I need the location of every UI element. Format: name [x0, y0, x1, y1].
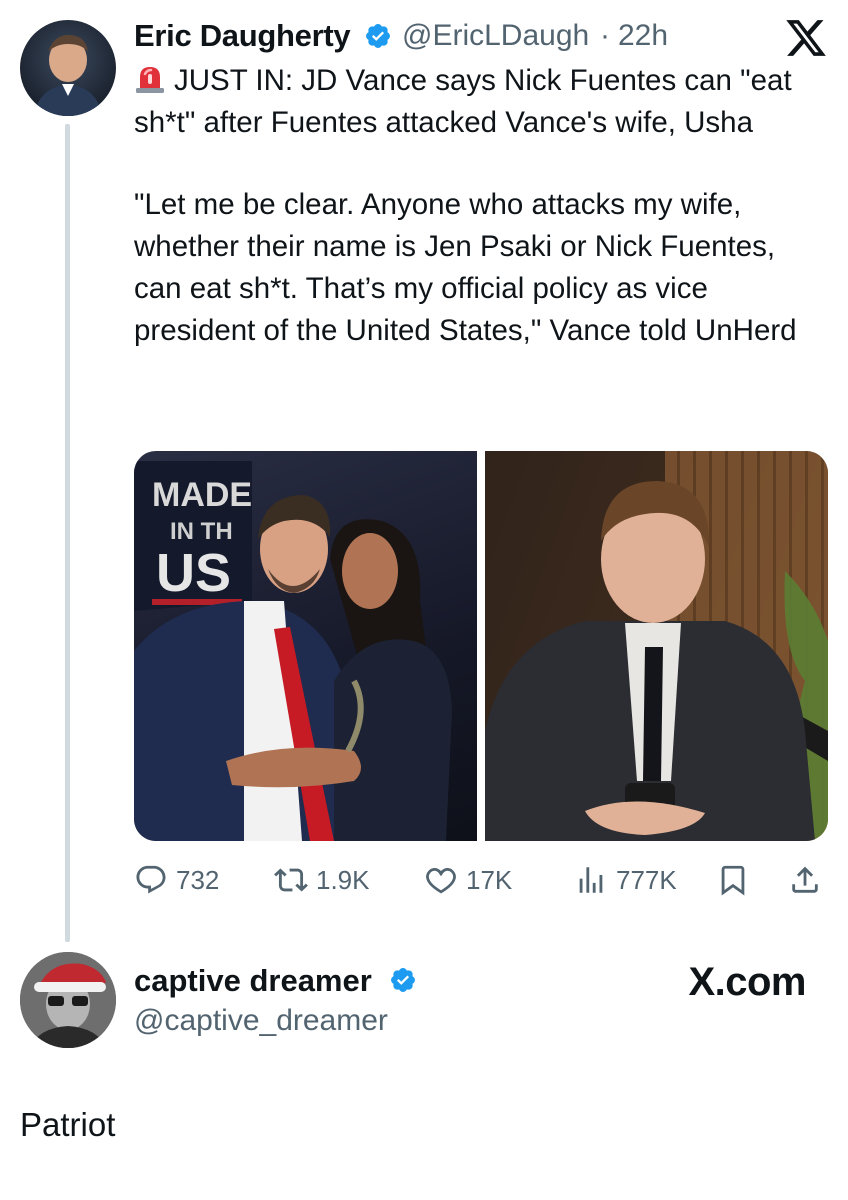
author-avatar[interactable]	[20, 20, 116, 116]
siren-emoji-icon	[136, 67, 164, 93]
reply-icon	[136, 865, 166, 894]
reply-text: Patriot	[20, 1106, 116, 1143]
media-photo-vance-couple[interactable]: MADE IN TH US	[134, 451, 477, 841]
tweet-paragraph-2: "Let me be clear. Anyone who attacks my …	[134, 188, 797, 347]
share-button[interactable]	[788, 858, 822, 902]
repost-icon	[274, 868, 308, 892]
sign-text-line2: IN TH	[170, 518, 233, 545]
reply-user-avatar[interactable]	[20, 952, 116, 1048]
share-upload-icon	[792, 866, 818, 893]
tweet-media[interactable]: MADE IN TH US	[134, 451, 828, 841]
views-count: 777K	[616, 864, 677, 895]
sign-text-line3: US	[156, 543, 231, 603]
like-heart-icon	[426, 867, 456, 894]
repost-button[interactable]: 1.9K	[274, 858, 370, 902]
reply-button[interactable]: 732	[134, 858, 219, 902]
meta-separator: ·	[600, 19, 610, 52]
verified-badge-icon	[391, 968, 415, 992]
views-button[interactable]: 777K	[574, 858, 677, 902]
views-chart-icon	[579, 867, 603, 893]
author-handle[interactable]: @EricLDaugh	[402, 18, 589, 54]
x-logo-icon[interactable]	[784, 16, 828, 60]
verified-badge-icon	[366, 24, 390, 48]
tweet-paragraph-1-text: JUST IN: JD Vance says Nick Fuentes can …	[134, 64, 800, 139]
x-com-label: X.com	[688, 960, 806, 1004]
reply-user-handle[interactable]: @captive_dreamer	[134, 1002, 388, 1040]
bookmark-button[interactable]	[716, 858, 750, 902]
tweet-paragraph-1: JUST IN: JD Vance says Nick Fuentes can …	[134, 60, 824, 144]
reply-count: 732	[176, 864, 220, 895]
reply-user-name[interactable]: captive dreamer	[134, 962, 372, 1000]
sign-text-line1: MADE	[152, 476, 252, 514]
like-button[interactable]: 17K	[424, 858, 512, 902]
like-count: 17K	[466, 864, 513, 895]
thread-connector-line	[65, 124, 70, 942]
post-time[interactable]: 22h	[618, 18, 668, 54]
repost-count: 1.9K	[316, 864, 370, 895]
bookmark-icon	[721, 865, 745, 896]
author-name[interactable]: Eric Daugherty	[134, 18, 351, 54]
tweet-text: JUST IN: JD Vance says Nick Fuentes can …	[134, 60, 824, 352]
media-photo-fuentes[interactable]	[485, 451, 828, 841]
tweet-action-bar: 732 1.9K 17K 777K	[134, 858, 824, 902]
